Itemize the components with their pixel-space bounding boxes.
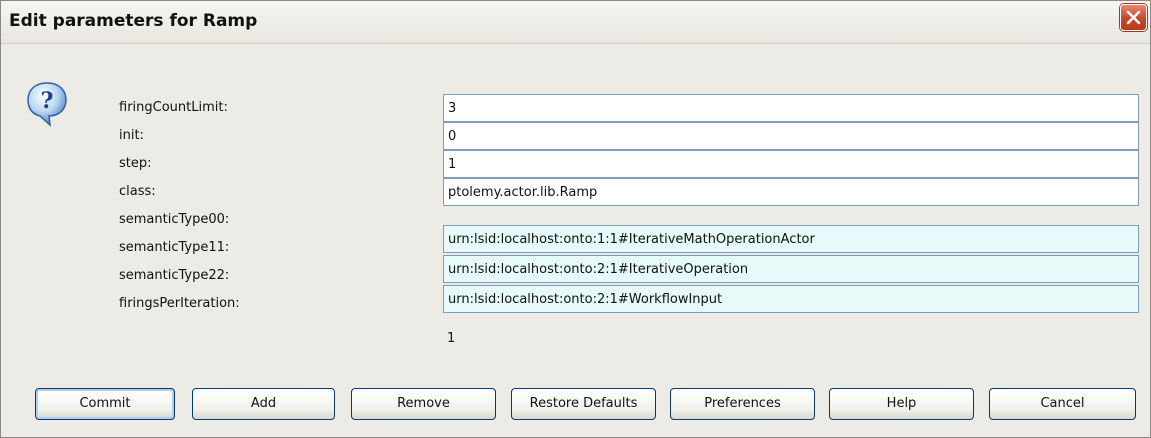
remove-button[interactable]: Remove xyxy=(351,388,496,420)
svg-text:?: ? xyxy=(41,88,54,114)
semantic-type-00-field[interactable] xyxy=(443,225,1139,253)
label-semantic-type-11: semanticType11: xyxy=(119,240,230,255)
dialog-window: Edit parameters for Ramp ? firingCountLi… xyxy=(0,0,1151,438)
firing-count-limit-field[interactable] xyxy=(443,94,1139,122)
cancel-button[interactable]: Cancel xyxy=(989,388,1136,420)
label-firing-count-limit: firingCountLimit: xyxy=(119,100,228,115)
preferences-button[interactable]: Preferences xyxy=(670,388,815,420)
label-init: init: xyxy=(119,128,144,143)
step-field[interactable] xyxy=(443,150,1139,178)
semantic-type-11-field[interactable] xyxy=(443,255,1139,283)
label-semantic-type-00: semanticType00: xyxy=(119,212,230,227)
help-button[interactable]: Help xyxy=(829,388,974,420)
firings-per-iteration-value: 1 xyxy=(447,331,456,346)
init-field[interactable] xyxy=(443,122,1139,150)
commit-button[interactable]: Commit xyxy=(35,388,175,420)
class-field[interactable] xyxy=(443,178,1139,206)
dialog-title: Edit parameters for Ramp xyxy=(9,11,258,31)
close-icon xyxy=(1126,10,1141,25)
close-button[interactable] xyxy=(1120,4,1147,31)
label-class: class: xyxy=(119,184,156,199)
semantic-type-22-field[interactable] xyxy=(443,285,1139,313)
label-semantic-type-22: semanticType22: xyxy=(119,268,230,283)
label-firings-per-iteration: firingsPerIteration: xyxy=(119,296,240,311)
question-mark-icon: ? xyxy=(27,82,67,127)
restore-defaults-button[interactable]: Restore Defaults xyxy=(511,388,656,420)
add-button[interactable]: Add xyxy=(192,388,335,420)
title-bar[interactable]: Edit parameters for Ramp xyxy=(1,1,1150,44)
label-step: step: xyxy=(119,156,152,171)
